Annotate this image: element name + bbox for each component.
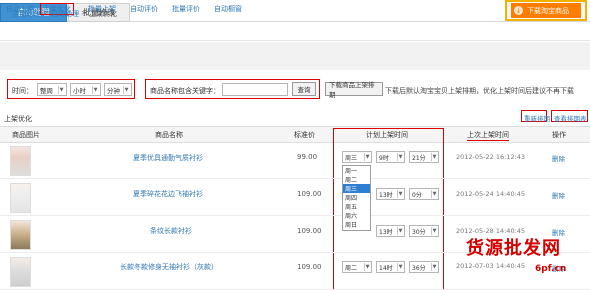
download-icon: ↓: [514, 6, 523, 15]
last-listing-time: 2012-05-22 16:12:43: [456, 153, 526, 161]
hour-select-value: 小时: [73, 86, 86, 95]
chevron-down-icon: ▼: [123, 85, 129, 94]
chevron-down-icon: ▼: [92, 85, 98, 94]
day-option[interactable]: 周日: [343, 220, 370, 229]
day-dropdown-list: 周一 周二 周三 周四 周五 周六 周日: [342, 165, 371, 231]
product-price: 109.00: [297, 227, 322, 235]
header-product-name: 商品名称: [155, 131, 183, 139]
product-thumbnail: [10, 146, 31, 176]
hour-select[interactable]: 13时 ▼: [376, 225, 405, 237]
day-option[interactable]: 周五: [343, 202, 370, 211]
minute-select-value: 分钟: [107, 86, 120, 95]
minute-select-value: 36分: [412, 264, 426, 272]
day-option-selected[interactable]: 周三: [343, 184, 370, 193]
minute-select[interactable]: 21分 ▼: [409, 151, 439, 163]
minute-select[interactable]: 30分 ▼: [409, 225, 439, 237]
product-thumbnail: [10, 183, 31, 213]
hour-select[interactable]: 14时 ▼: [376, 261, 405, 273]
week-select[interactable]: 整周 ▼: [37, 83, 67, 96]
day-select[interactable]: 周三 ▼: [342, 151, 372, 163]
chevron-down-icon: ▼: [58, 85, 64, 94]
delete-link[interactable]: 删除: [552, 153, 565, 163]
hour-select[interactable]: 13时 ▼: [376, 188, 405, 200]
product-price: 109.00: [297, 263, 322, 271]
breadcrumb-separator: >: [43, 9, 49, 17]
watermark-text: 货源批发网: [466, 238, 561, 259]
chevron-down-icon: ▼: [397, 227, 403, 235]
view-schedule-link[interactable]: 查看排期表: [554, 113, 587, 123]
breadcrumb-auto-assistant[interactable]: 自动助理: [51, 9, 79, 19]
keyword-input[interactable]: [222, 83, 288, 96]
product-thumbnail: [10, 220, 31, 250]
table-row: [0, 143, 590, 179]
minute-select-value: 0分: [412, 191, 422, 199]
day-select[interactable]: 周二 ▼: [342, 261, 372, 273]
product-thumbnail: [10, 257, 31, 287]
last-listing-time: 2012-05-24 14:40:45: [456, 190, 526, 198]
week-select-value: 整周: [40, 86, 53, 95]
subnav-auto-showcase[interactable]: 自动橱窗: [214, 3, 242, 15]
download-note: 下载后默认淘宝宝贝上架排期，优化上架时间后建议不再下载: [385, 87, 574, 95]
chevron-down-icon: ▼: [431, 153, 437, 161]
breadcrumb-separator: >: [81, 9, 87, 17]
last-listing-time: 2012-07-03 14:40:45: [456, 262, 526, 270]
hour-select-value: 9时: [379, 154, 389, 162]
product-name[interactable]: 夏季碎花花边飞袖衬衫: [133, 189, 203, 199]
product-name[interactable]: 夏季优具通勤气质衬衫: [133, 153, 203, 163]
hour-select-value: 13时: [379, 191, 393, 199]
table-row: [0, 180, 590, 216]
reschedule-link[interactable]: 重新排期: [524, 113, 550, 123]
product-name[interactable]: 条纹长款衬衫: [150, 226, 192, 236]
chevron-down-icon: ▼: [431, 190, 437, 198]
hour-select-value: 13时: [379, 228, 393, 236]
search-button[interactable]: 查询: [292, 82, 316, 96]
chevron-down-icon: ▼: [364, 263, 370, 271]
product-price: 109.00: [297, 190, 322, 198]
chevron-down-icon: ▼: [431, 263, 437, 271]
day-option[interactable]: 周六: [343, 211, 370, 220]
keyword-label: 商品名称包含关键字：: [150, 87, 220, 95]
hour-select[interactable]: 9时 ▼: [376, 151, 405, 163]
breadcrumb-current: 上架优化: [89, 10, 117, 18]
sub-navigation: [0, 23, 590, 41]
hour-select-value: 14时: [379, 264, 393, 272]
product-name[interactable]: 长款冬款修身无袖衬衫（灰款）: [120, 262, 218, 272]
download-schedule-button[interactable]: 下载商品上架排期: [325, 81, 383, 99]
subnav-auto-review[interactable]: 自动评价: [130, 3, 158, 15]
watermark-domain: 6pf.cn: [535, 264, 567, 274]
download-products-button[interactable]: ↓ 下载淘宝商品: [505, 0, 587, 21]
hour-select[interactable]: 小时 ▼: [70, 83, 101, 96]
header-price: 标准价: [294, 131, 315, 139]
chevron-down-icon: ▼: [397, 153, 403, 161]
subnav-batch-review[interactable]: 批量评价: [172, 3, 200, 15]
header-action: 操作: [552, 131, 566, 139]
breadcrumb-shop-assistant[interactable]: 店铺助理: [12, 9, 40, 19]
day-select-value: 周三: [345, 154, 358, 162]
header-product-image: 商品图片: [12, 131, 40, 139]
chevron-down-icon: ▼: [364, 153, 370, 161]
chevron-down-icon: ▼: [397, 263, 403, 271]
day-option[interactable]: 周四: [343, 193, 370, 202]
delete-link[interactable]: 删除: [552, 190, 565, 200]
chevron-down-icon: ▼: [397, 190, 403, 198]
section-title: 上架优化: [4, 115, 32, 123]
day-option[interactable]: 周二: [343, 175, 370, 184]
day-option[interactable]: 周一: [343, 166, 370, 175]
chevron-down-icon: ▼: [431, 227, 437, 235]
day-select-value: 周二: [345, 264, 358, 272]
product-price: 99.00: [297, 153, 318, 161]
minute-select[interactable]: 分钟 ▼: [104, 83, 132, 96]
minute-select-value: 21分: [412, 154, 426, 162]
minute-select-value: 30分: [412, 228, 426, 236]
time-label: 时间：: [12, 87, 33, 95]
download-label: 下载淘宝商品: [527, 6, 569, 15]
breadcrumb: [0, 42, 590, 70]
minute-select[interactable]: 0分 ▼: [409, 188, 439, 200]
header-last-time[interactable]: 上次上架时间: [467, 130, 509, 141]
download-button-inner: ↓ 下载淘宝商品: [511, 3, 581, 18]
minute-select[interactable]: 36分 ▼: [409, 261, 439, 273]
